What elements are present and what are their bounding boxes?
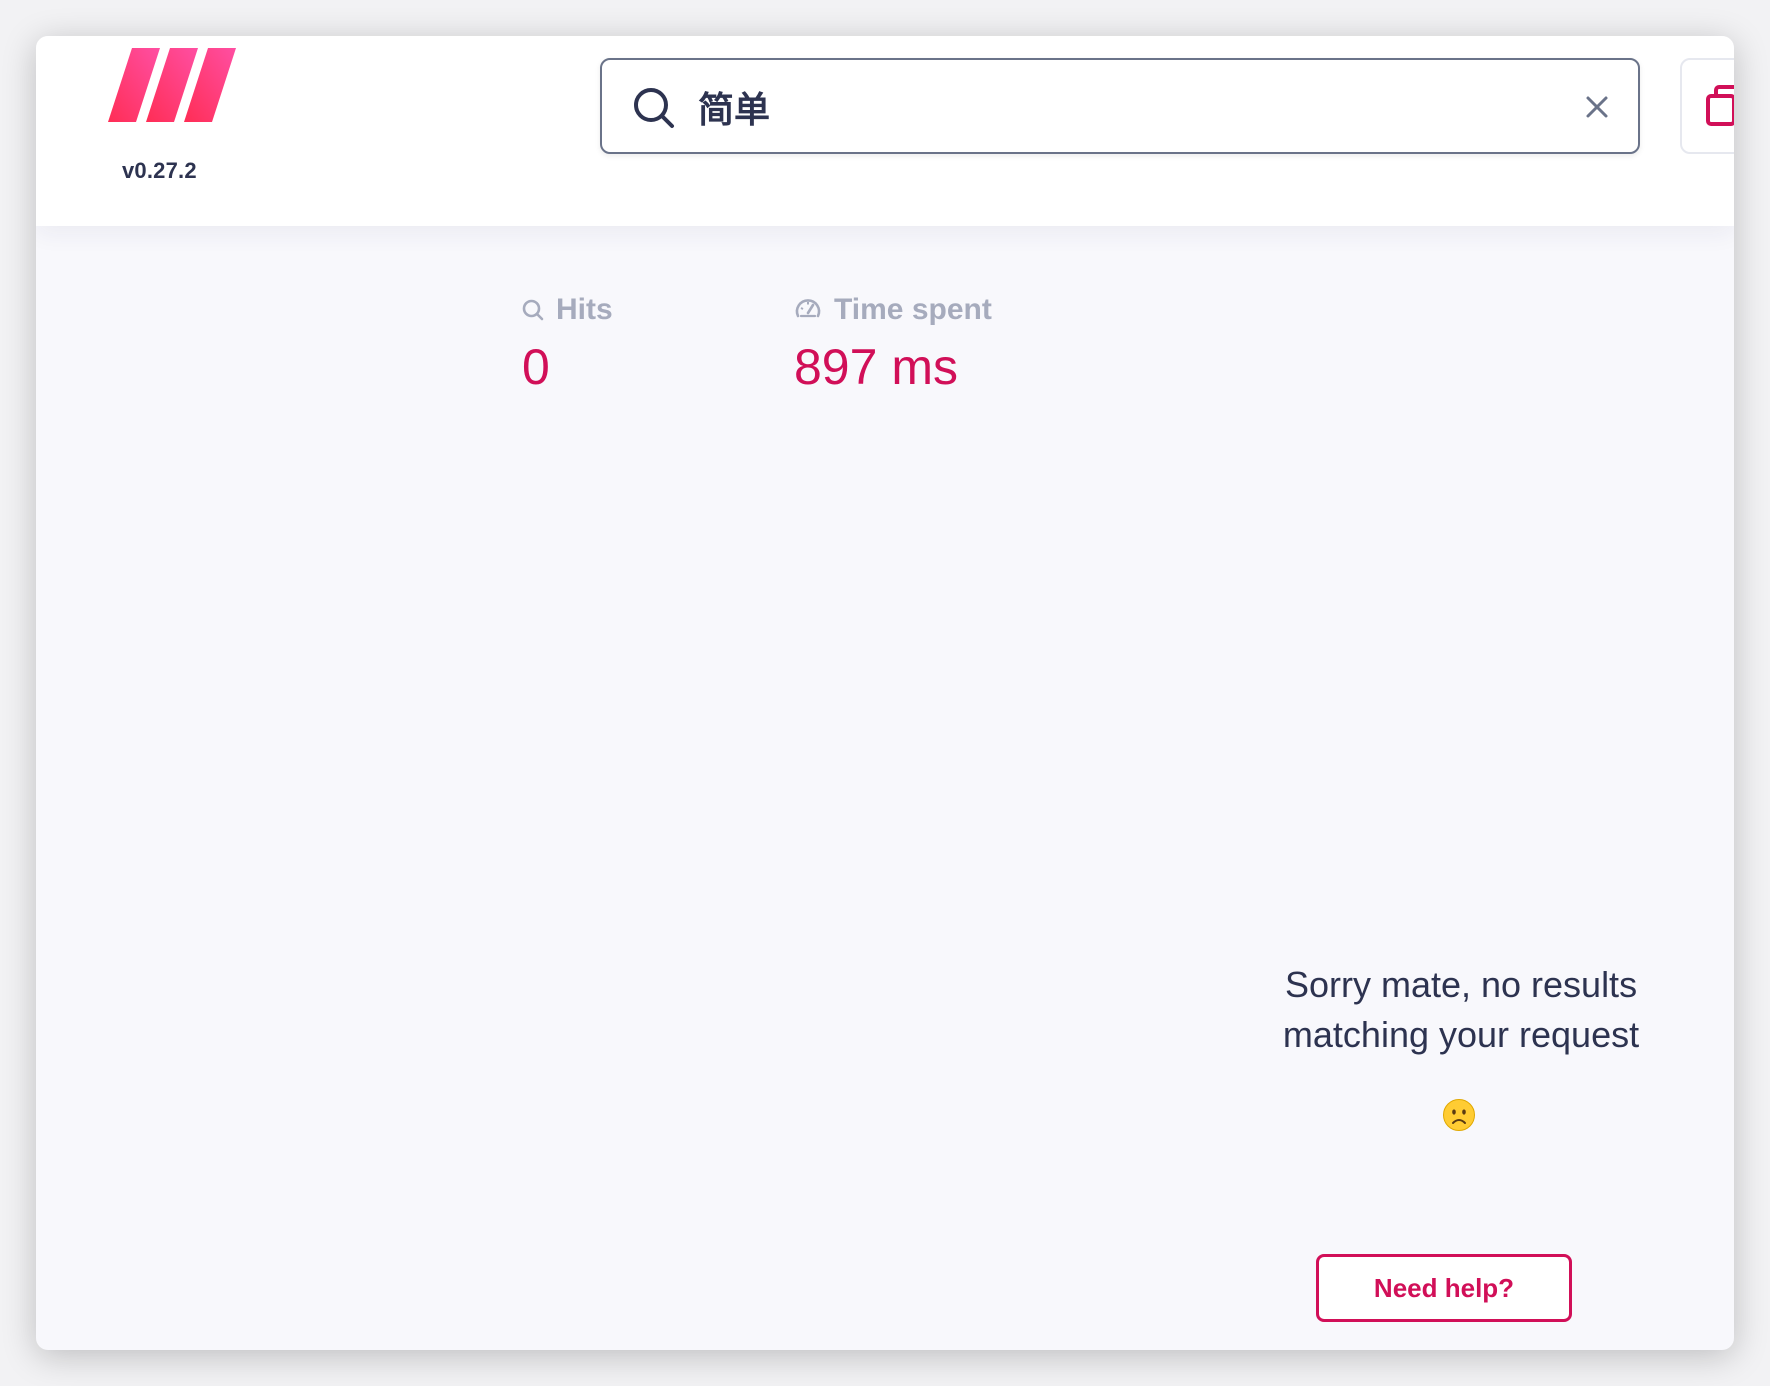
hits-value: 0	[522, 339, 550, 395]
search-stats: Hits 0 Time spent 897 ms	[36, 290, 1734, 410]
speedometer-icon	[795, 299, 821, 318]
hits-stat: Hits 0	[522, 290, 613, 392]
app-window: v0.27.2 简单 Hits 0 Time spent 897 ms Sorr…	[36, 36, 1734, 1350]
hits-label: Hits	[556, 293, 613, 326]
search-icon	[522, 299, 544, 321]
search-icon	[634, 88, 674, 128]
no-results-line-2: matching your request	[1282, 1014, 1640, 1055]
time-spent-stat: Time spent 897 ms	[794, 290, 992, 392]
close-icon[interactable]	[1582, 92, 1612, 122]
copy-button[interactable]	[1680, 58, 1734, 154]
time-spent-value: 897 ms	[794, 339, 958, 395]
logo	[108, 48, 236, 122]
search-input[interactable]	[698, 72, 1558, 142]
no-results-message: Sorry mate, no results matching your req…	[1226, 960, 1696, 1060]
search-bar[interactable]	[600, 58, 1640, 154]
need-help-button[interactable]: Need help?	[1316, 1254, 1572, 1322]
header-bar: v0.27.2	[36, 36, 1734, 226]
no-results-line-1: Sorry mate, no results	[1284, 964, 1638, 1005]
copy-icon	[1706, 85, 1734, 126]
time-spent-label: Time spent	[834, 293, 992, 326]
frowning-face-emoji	[1443, 1099, 1475, 1131]
app-version: v0.27.2	[122, 158, 197, 183]
